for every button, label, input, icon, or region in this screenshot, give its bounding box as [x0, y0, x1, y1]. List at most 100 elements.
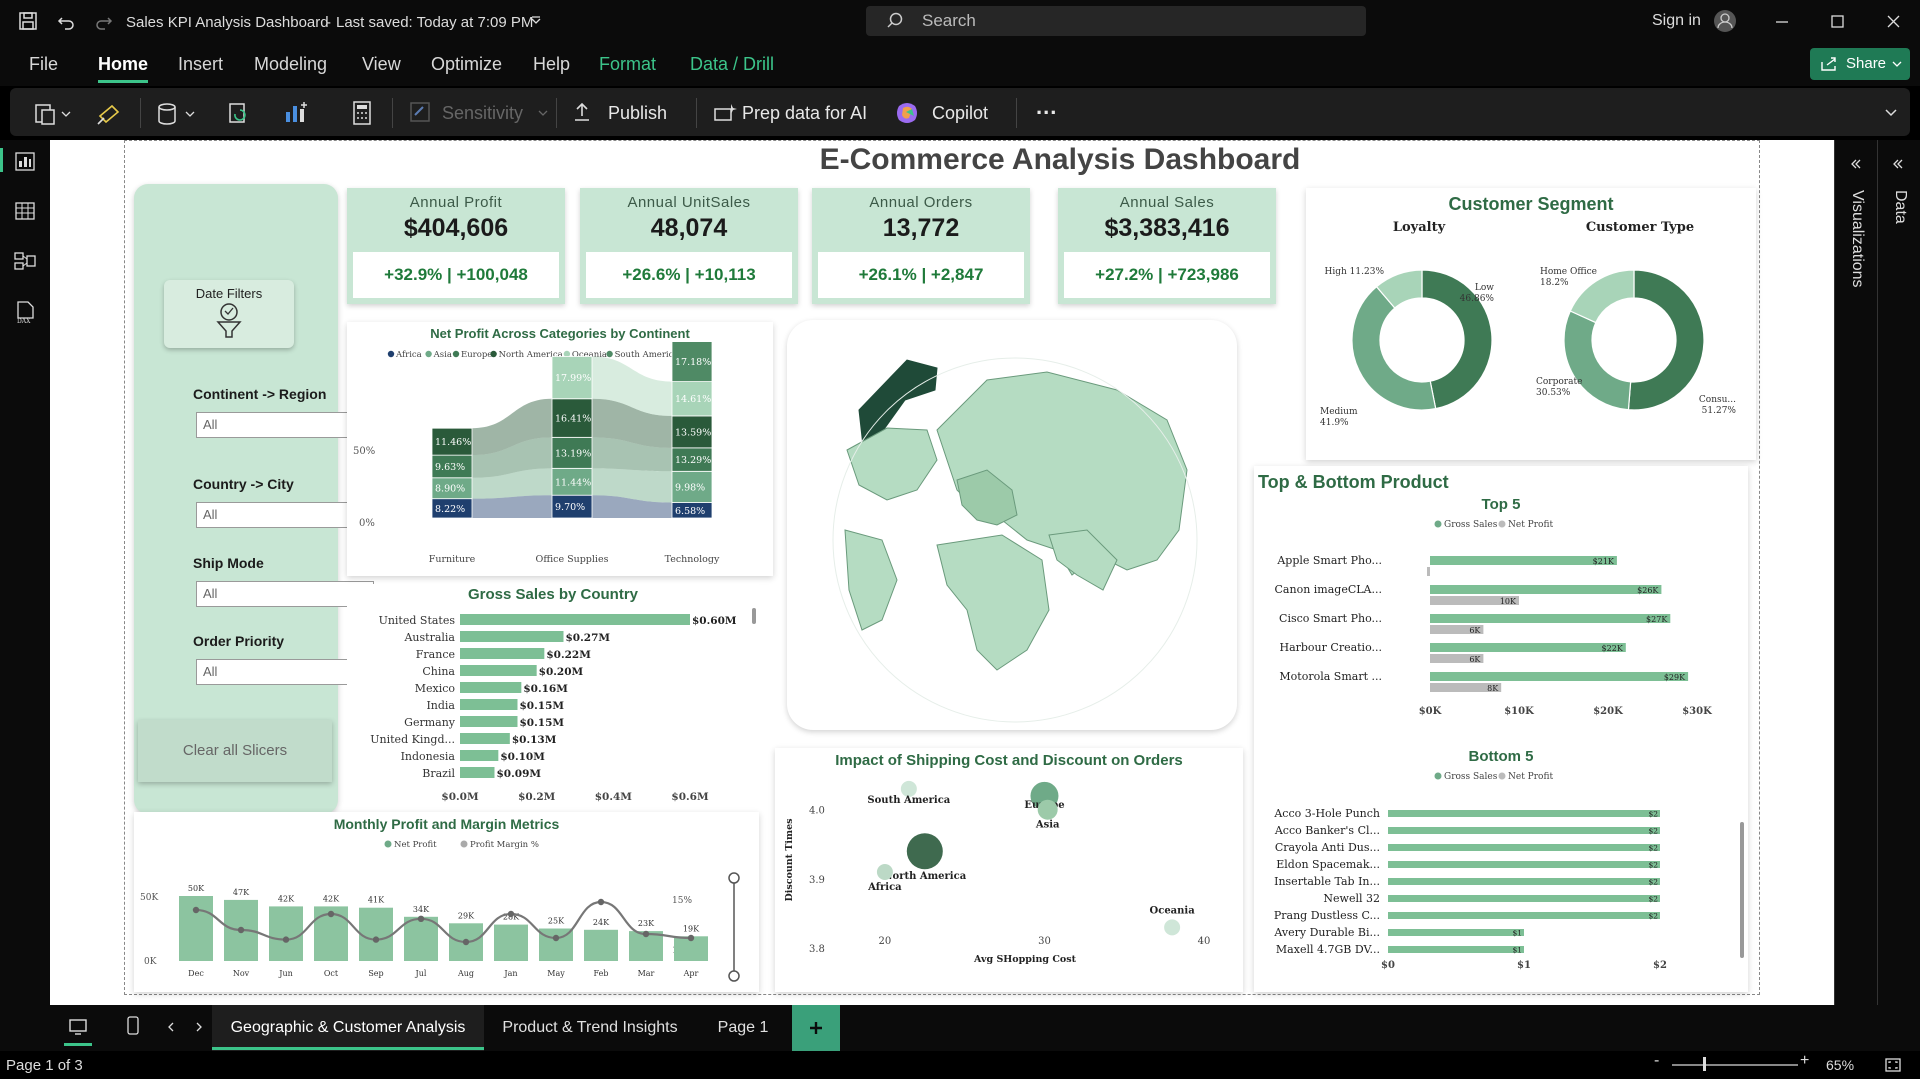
- data-pane-tab[interactable]: Data: [1889, 190, 1909, 270]
- maximize-icon[interactable]: [1830, 14, 1846, 30]
- data-label: $0.15M: [520, 700, 565, 712]
- model-view-icon[interactable]: [13, 250, 37, 272]
- expand-visualizations-icon[interactable]: [1850, 158, 1862, 170]
- menu-file[interactable]: File: [29, 54, 58, 75]
- sign-in-link[interactable]: Sign in: [1652, 12, 1701, 30]
- mobile-layout-icon[interactable]: [126, 1016, 140, 1036]
- top-bottom-product-visual[interactable]: Top & Bottom Product Top 5 Gross Sales Ne…: [1254, 466, 1748, 992]
- menu-help[interactable]: Help: [533, 54, 570, 75]
- copilot-icon[interactable]: [894, 100, 920, 126]
- donut-label: 51.27%: [1702, 406, 1737, 416]
- point-label: Africa: [867, 882, 902, 893]
- calculator-icon[interactable]: [350, 100, 374, 126]
- new-visual-icon[interactable]: [282, 100, 310, 126]
- chevron-down-icon[interactable]: [530, 16, 542, 26]
- visualizations-pane-tab[interactable]: Visualizations: [1846, 190, 1866, 370]
- bottom5-bar-chart: Gross Sales Net Profit Acco 3-Hole Punch $2…: [1273, 772, 1667, 971]
- page-indicator: Page 1 of 3: [6, 1057, 83, 1074]
- data-label: $0.10M: [500, 751, 545, 763]
- dax-query-icon[interactable]: DAX: [13, 300, 37, 324]
- data-label: 6K: [1469, 626, 1481, 635]
- prep-data-button[interactable]: Prep data for AI: [742, 98, 867, 128]
- bar: [1388, 912, 1660, 919]
- table-view-icon[interactable]: [13, 200, 37, 222]
- bar: [460, 716, 518, 727]
- scatter-point: [1037, 799, 1058, 820]
- legend-marker: [490, 350, 497, 358]
- refresh-icon[interactable]: [226, 102, 252, 126]
- category-label: Jul: [415, 969, 427, 978]
- more-options-button[interactable]: ...: [1036, 92, 1057, 122]
- data-label: 17.18%: [675, 357, 711, 368]
- donut-label: Home Office: [1540, 267, 1597, 277]
- zoom-slider-thumb[interactable]: [1703, 1057, 1706, 1071]
- date-filters-button[interactable]: Date Filters: [164, 280, 294, 348]
- menu-modeling[interactable]: Modeling: [254, 54, 327, 75]
- kpi-annual-unitsales: Annual UnitSales 48,074 +26.6% | +10,113: [580, 188, 798, 304]
- monthly-profit-visual[interactable]: Monthly Profit and Margin Metrics Net Pr…: [134, 812, 759, 992]
- data-label: 34K: [413, 905, 430, 914]
- data-label: $2: [1648, 827, 1658, 836]
- page-tab-page1[interactable]: Page 1: [698, 1005, 788, 1051]
- category-label: Cisco Smart Pho...: [1279, 612, 1382, 625]
- minimize-icon[interactable]: [1774, 16, 1790, 26]
- bar: [1388, 929, 1524, 936]
- legend-marker: [1498, 520, 1506, 528]
- prev-page-icon[interactable]: [166, 1022, 176, 1032]
- data-label: $0.27M: [566, 632, 611, 644]
- copilot-button[interactable]: Copilot: [932, 98, 988, 128]
- menu-data-drill[interactable]: Data / Drill: [690, 54, 774, 75]
- category-label: Sep: [368, 969, 383, 978]
- map-visual[interactable]: [787, 320, 1237, 730]
- undo-icon[interactable]: [56, 11, 76, 31]
- menu-optimize[interactable]: Optimize: [431, 54, 502, 75]
- save-icon[interactable]: [18, 11, 38, 31]
- shipping-scatter-visual[interactable]: Impact of Shipping Cost and Discount on …: [775, 748, 1243, 992]
- margin-point: [237, 926, 245, 934]
- clear-all-slicers-button[interactable]: Clear all Slicers: [138, 720, 332, 782]
- get-data-icon[interactable]: [156, 102, 200, 126]
- menu-format[interactable]: Format: [599, 54, 656, 75]
- expand-data-icon[interactable]: [1892, 158, 1904, 170]
- page-tab-product-trend[interactable]: Product & Trend Insights: [486, 1005, 694, 1051]
- avatar-icon[interactable]: [1713, 9, 1737, 33]
- report-view-icon[interactable]: [13, 150, 37, 172]
- zoom-out-button[interactable]: -: [1654, 1052, 1659, 1070]
- gross-sales-country-visual[interactable]: Gross Sales by Country United States $0.6…: [347, 584, 759, 806]
- prep-data-icon[interactable]: [712, 100, 738, 126]
- bar-gross: [1430, 556, 1617, 565]
- page-tab-geographic[interactable]: Geographic & Customer Analysis: [212, 1005, 484, 1051]
- desktop-layout-icon[interactable]: [68, 1018, 88, 1036]
- x-tick-label: 20: [879, 936, 892, 947]
- customer-segment-visual[interactable]: Customer Segment Loyalty Customer Type L…: [1306, 188, 1756, 460]
- add-page-button[interactable]: [792, 1005, 840, 1051]
- category-label: Avery Durable Bi...: [1273, 926, 1380, 939]
- paste-icon[interactable]: [34, 102, 74, 126]
- menu-insert[interactable]: Insert: [178, 54, 223, 75]
- point-label: South America: [867, 795, 950, 806]
- zoom-in-button[interactable]: +: [1800, 1052, 1809, 1070]
- point-label: Asia: [1035, 820, 1060, 831]
- data-label: 6K: [1469, 655, 1481, 664]
- zoom-slider[interactable]: [1672, 1064, 1798, 1066]
- close-icon[interactable]: [1886, 14, 1902, 30]
- donut-label: Consu...: [1699, 395, 1736, 405]
- publish-button[interactable]: Publish: [608, 98, 667, 128]
- menu-home[interactable]: Home: [98, 54, 148, 75]
- format-painter-icon[interactable]: [96, 102, 122, 126]
- share-icon: [1821, 57, 1836, 71]
- net-profit-ribbon-visual[interactable]: Net Profit Across Categories by Continen…: [347, 322, 773, 576]
- fit-to-page-icon[interactable]: [1884, 1057, 1902, 1073]
- scrollbar-thumb[interactable]: [1740, 822, 1744, 958]
- collapse-ribbon-icon[interactable]: [1884, 108, 1898, 118]
- search-box[interactable]: Search: [866, 6, 1366, 36]
- menu-view[interactable]: View: [362, 54, 401, 75]
- category-label: Maxell 4.7GB DV...: [1276, 943, 1380, 956]
- publish-icon[interactable]: [570, 100, 594, 126]
- ribbon-chart: Africa Asia Europe North America Oceania Sout…: [353, 342, 720, 565]
- scrollbar-thumb[interactable]: [752, 608, 756, 624]
- redo-icon[interactable]: [94, 11, 114, 31]
- share-button[interactable]: Share: [1810, 48, 1910, 80]
- next-page-icon[interactable]: [194, 1022, 204, 1032]
- category-label: United States: [379, 614, 456, 627]
